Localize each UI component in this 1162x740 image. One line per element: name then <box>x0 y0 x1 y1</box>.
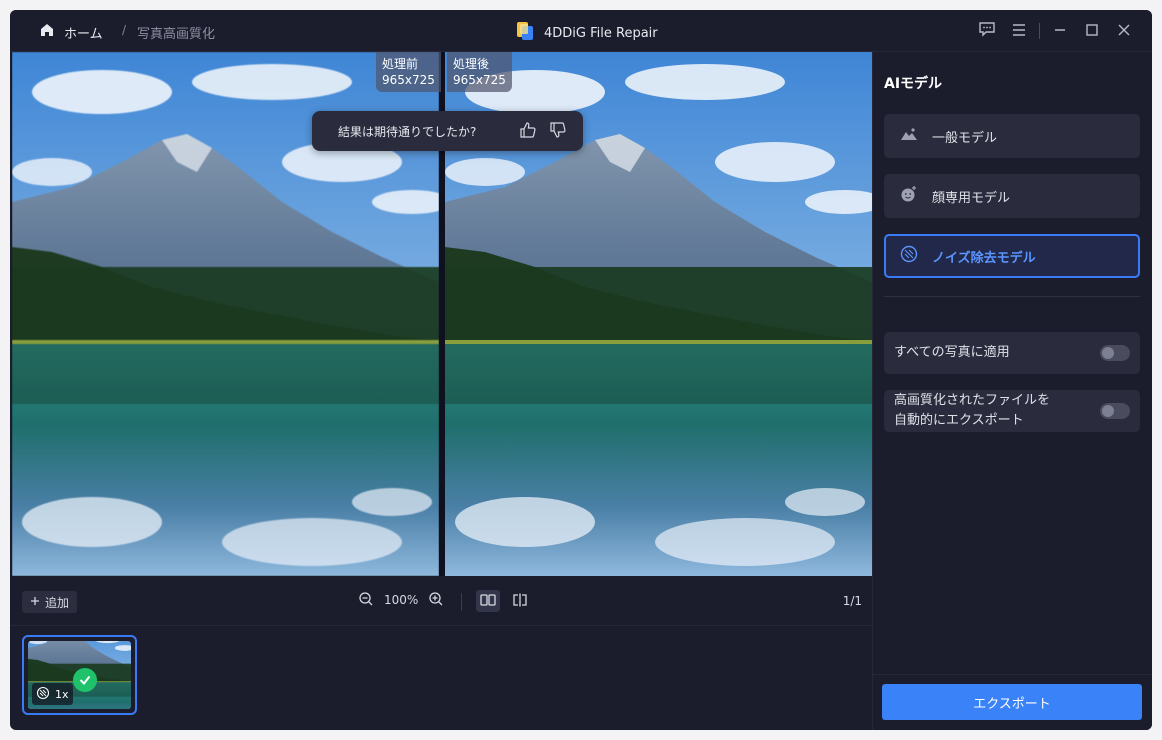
general-model-button[interactable]: 一般モデル <box>884 114 1140 158</box>
zoom-out-button[interactable] <box>358 591 374 610</box>
thumbnail-item[interactable]: 1x <box>22 635 137 715</box>
minimize-icon <box>1053 22 1067 41</box>
export-button[interactable]: エクスポート <box>882 684 1142 720</box>
chat-icon <box>978 21 996 41</box>
add-button[interactable]: 追加 <box>22 591 78 613</box>
maximize-icon <box>1085 22 1099 41</box>
side-by-side-view-button[interactable] <box>476 590 500 612</box>
feedback-question: 結果は期待通りでしたか? <box>338 124 477 139</box>
panel-divider <box>884 296 1140 297</box>
footer-divider <box>873 674 1152 675</box>
home-label: ホーム <box>64 26 103 42</box>
thumbnail-image: 1x <box>28 641 131 709</box>
before-title: 処理前 <box>382 57 419 71</box>
plus-icon <box>30 595 40 609</box>
app-window: ホーム / 写真高画質化 4DDiG File Repair 処理前 965x7… <box>10 10 1152 730</box>
title-bar: ホーム / 写真高画質化 4DDiG File Repair <box>10 10 1152 52</box>
slider-compare-view-button[interactable] <box>508 590 532 612</box>
apply-all-toggle[interactable] <box>1100 345 1130 361</box>
before-size: 965x725 <box>382 73 435 87</box>
zoom-in-button[interactable] <box>428 591 444 610</box>
breadcrumb-current: 写真高画質化 <box>137 27 216 42</box>
zoom-in-icon <box>428 591 444 610</box>
window-controls <box>971 20 1140 42</box>
face-model-label: 顔専用モデル <box>932 190 1011 206</box>
ai-model-panel: AIモデル 一般モデル 顔専用モデル ノイズ除去モデル すべての写真に適用 高画… <box>872 52 1152 730</box>
app-logo-icon <box>515 21 535 45</box>
thumbs-up-icon <box>519 121 537 142</box>
zoom-out-icon <box>358 591 374 610</box>
app-name: 4DDiG File Repair <box>544 25 658 41</box>
side-by-side-icon <box>480 592 496 611</box>
denoise-model-button[interactable]: ノイズ除去モデル <box>884 234 1140 278</box>
home-button[interactable]: ホーム <box>38 22 103 42</box>
zoom-level: 100% <box>384 593 419 607</box>
auto-export-label-line2: 自動的にエクスポート <box>894 413 1024 428</box>
close-icon <box>1117 22 1131 41</box>
menu-icon <box>1011 22 1027 41</box>
after-title: 処理後 <box>453 57 490 71</box>
thumbs-down-icon <box>549 121 567 142</box>
denoise-model-label: ノイズ除去モデル <box>932 250 1036 266</box>
apply-all-label: すべての写真に適用 <box>894 345 1010 360</box>
denoise-icon <box>36 686 50 703</box>
add-label: 追加 <box>45 595 70 610</box>
face-model-button[interactable]: 顔専用モデル <box>884 174 1140 218</box>
auto-export-toggle[interactable] <box>1100 403 1130 419</box>
general-model-label: 一般モデル <box>932 130 998 146</box>
thumbnail-strip: 1x <box>10 627 872 730</box>
panel-title: AIモデル <box>884 76 943 92</box>
breadcrumb-separator: / <box>122 23 127 37</box>
denoise-icon <box>900 245 918 267</box>
maximize-button[interactable] <box>1076 20 1108 42</box>
page-indicator: 1/1 <box>842 594 862 608</box>
scale-label: 1x <box>55 687 69 701</box>
landscape-icon <box>900 126 918 146</box>
app-title: 4DDiG File Repair <box>515 21 658 45</box>
after-label: 処理後 965x725 <box>447 52 512 92</box>
apply-all-option: すべての写真に適用 <box>884 332 1140 374</box>
image-preview: 処理前 965x725 処理後 965x725 結果は期待通りでしたか? <box>12 52 872 576</box>
thumbs-up-button[interactable] <box>517 120 539 142</box>
feedback-button[interactable] <box>971 20 1003 42</box>
feedback-popup: 結果は期待通りでしたか? <box>312 111 583 151</box>
after-size: 965x725 <box>453 73 506 87</box>
menu-button[interactable] <box>1003 20 1035 42</box>
before-label: 処理前 965x725 <box>376 52 441 92</box>
processed-check-icon <box>73 668 97 692</box>
thumbnail-badge: 1x <box>32 683 73 705</box>
auto-export-label-line1: 高画質化されたファイルを <box>894 393 1051 408</box>
home-icon <box>38 21 56 43</box>
auto-export-label: 高画質化されたファイルを 自動的にエクスポート <box>894 391 1100 431</box>
face-icon <box>900 185 918 207</box>
controls-divider <box>1039 23 1040 39</box>
toolbar-divider <box>461 593 462 611</box>
thumbs-down-button[interactable] <box>547 120 569 142</box>
close-button[interactable] <box>1108 20 1140 42</box>
zoom-controls: 100% <box>358 591 444 610</box>
slider-compare-icon <box>512 592 528 611</box>
preview-toolbar: 追加 100% 1/1 <box>10 576 872 626</box>
minimize-button[interactable] <box>1044 20 1076 42</box>
auto-export-option: 高画質化されたファイルを 自動的にエクスポート <box>884 390 1140 432</box>
